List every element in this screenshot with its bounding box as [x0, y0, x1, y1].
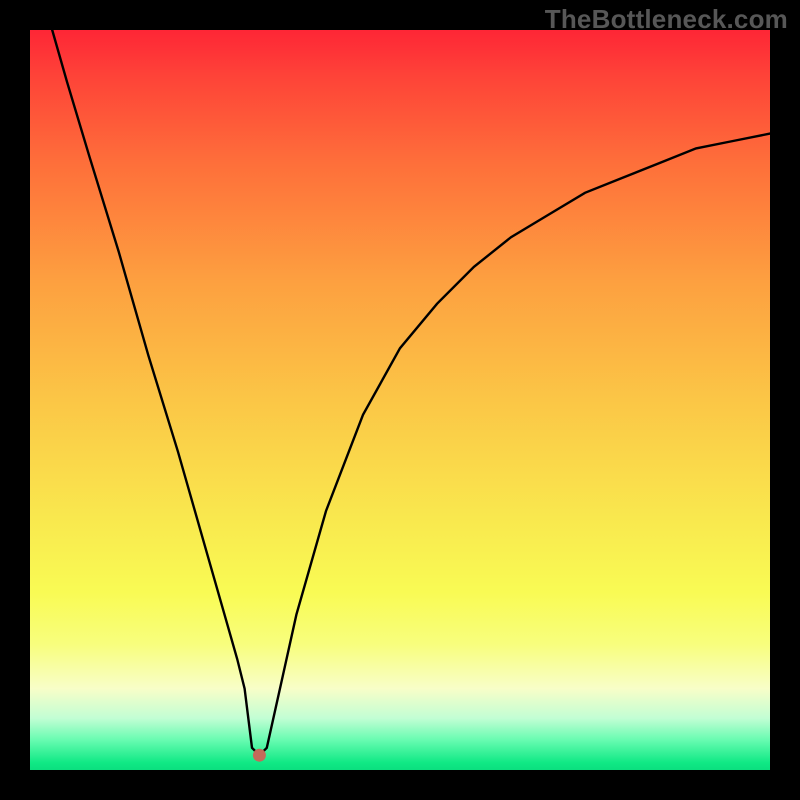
chart-frame: TheBottleneck.com	[0, 0, 800, 800]
data-curve	[52, 30, 770, 755]
plot-svg	[30, 30, 770, 770]
minimum-marker	[253, 749, 266, 762]
plot-area	[30, 30, 770, 770]
